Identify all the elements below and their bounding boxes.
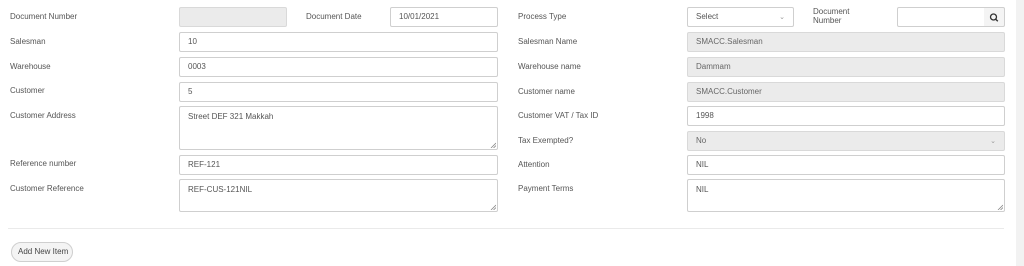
warehouse-label: Warehouse: [10, 62, 51, 71]
salesman-label: Salesman: [10, 37, 46, 46]
search-icon: [989, 13, 999, 22]
payment-terms-label: Payment Terms: [518, 184, 574, 193]
customer-vat-label: Customer VAT / Tax ID: [518, 111, 599, 120]
reference-number-field[interactable]: REF-121: [179, 155, 498, 175]
customer-reference-textarea[interactable]: REF-CUS-121NIL: [179, 179, 498, 212]
salesman-name-field: SMACC.Salesman: [687, 32, 1005, 52]
document-number-search-label-line1: Document: [813, 7, 850, 16]
attention-field[interactable]: NIL: [687, 155, 1005, 175]
salesman-name-label: Salesman Name: [518, 37, 578, 46]
process-type-value: Select: [696, 12, 719, 21]
sales-document-form: Document Number Document Date 10/01/2021…: [0, 0, 1016, 266]
document-search-button[interactable]: [984, 7, 1005, 27]
warehouse-name-field: Dammam: [687, 57, 1005, 77]
document-number-search-label-line2: Number: [813, 16, 842, 25]
warehouse-field[interactable]: 0003: [179, 57, 498, 77]
salesman-field[interactable]: 10: [179, 32, 498, 52]
customer-name-label: Customer name: [518, 87, 575, 96]
tax-exempted-label: Tax Exempted?: [518, 136, 574, 145]
attention-label: Attention: [518, 160, 550, 169]
reference-number-label: Reference number: [10, 159, 77, 168]
resize-grip-icon[interactable]: [997, 204, 1003, 210]
add-new-item-button[interactable]: Add New Item: [11, 242, 73, 262]
customer-vat-field[interactable]: 1998: [687, 106, 1005, 126]
customer-address-value: Street DEF 321 Makkah: [188, 112, 274, 121]
customer-reference-label: Customer Reference: [10, 184, 84, 193]
payment-terms-value: NIL: [696, 185, 709, 194]
process-type-select[interactable]: Select ⌄: [687, 7, 794, 27]
customer-address-textarea[interactable]: Street DEF 321 Makkah: [179, 106, 498, 150]
document-date-label: Document Date: [306, 12, 362, 21]
tax-exempted-value: No: [696, 136, 707, 145]
payment-terms-textarea[interactable]: NIL: [687, 179, 1005, 212]
resize-grip-icon[interactable]: [490, 204, 496, 210]
customer-reference-value: REF-CUS-121NIL: [188, 185, 253, 194]
warehouse-name-label: Warehouse name: [518, 62, 581, 71]
resize-grip-icon[interactable]: [490, 142, 496, 148]
process-type-label: Process Type: [518, 12, 567, 21]
document-number-search-input[interactable]: [897, 7, 985, 27]
customer-label: Customer: [10, 86, 45, 95]
document-number-label: Document Number: [10, 12, 78, 21]
document-number-search-label: Document Number: [813, 7, 849, 25]
customer-address-label: Customer Address: [10, 111, 76, 120]
document-date-field[interactable]: 10/01/2021: [390, 7, 498, 27]
customer-name-field: SMACC.Customer: [687, 82, 1005, 102]
customer-field[interactable]: 5: [179, 82, 498, 102]
chevron-down-icon: ⌄: [990, 138, 996, 145]
chevron-down-icon: ⌄: [779, 14, 785, 21]
document-number-field: [179, 7, 287, 27]
tax-exempted-select[interactable]: No ⌄: [687, 131, 1005, 151]
section-divider: [8, 228, 1004, 229]
